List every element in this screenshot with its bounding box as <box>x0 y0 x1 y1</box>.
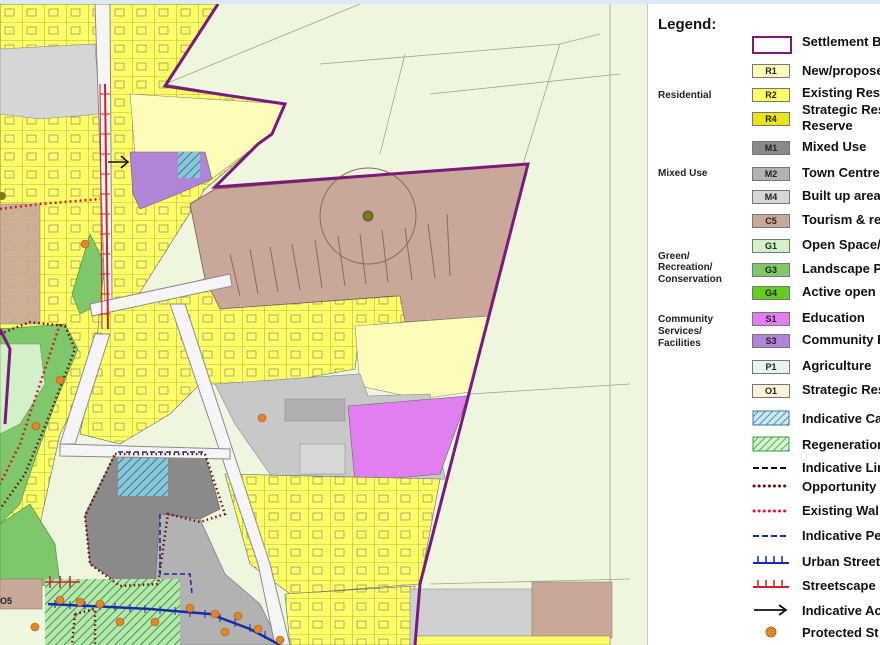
protected-structure[interactable] <box>55 595 65 605</box>
legend-label-r1: New/propose <box>802 63 880 78</box>
swatch-p1: P1 <box>752 360 790 374</box>
legend-label-urban-street: Urban Street <box>802 554 880 569</box>
swatch-r4: R4 <box>752 112 790 126</box>
legend-label-r4-line2: Reserve <box>802 118 853 133</box>
residential-bottom-strip <box>414 635 611 645</box>
tourism-se-zone <box>531 581 613 639</box>
dotted-line-red-icon <box>752 509 790 513</box>
protected-structure-marker[interactable] <box>362 210 374 222</box>
residential-se-strip <box>284 585 416 645</box>
swatch-m4: M4 <box>752 190 790 204</box>
protected-structure[interactable] <box>30 622 40 632</box>
legend-label-settlement: Settlement B <box>802 34 880 49</box>
swatch-g3: G3 <box>752 263 790 277</box>
legend-group-community-3: Facilities <box>658 338 701 349</box>
protected-structure[interactable] <box>75 597 85 607</box>
legend-label-indicative-line: Indicative Lin <box>802 460 880 475</box>
legend-label-streetscape: Streetscape I <box>802 578 880 593</box>
protected-structure[interactable] <box>150 617 160 627</box>
protected-structure-icon <box>765 626 777 638</box>
swatch-m1: M1 <box>752 141 790 155</box>
streetscape-line-icon <box>753 580 789 588</box>
legend-group-community-2: Services/ <box>658 326 702 337</box>
legend-label-g3: Landscape P <box>802 261 880 276</box>
legend-label-access: Indicative Ac <box>802 603 880 618</box>
swatch-s1: S1 <box>752 312 790 326</box>
tourism-west-zone <box>0 203 41 325</box>
legend-label-r2: Existing Res <box>802 85 880 100</box>
swatch-c5: C5 <box>752 214 790 228</box>
protected-structure[interactable] <box>185 603 195 613</box>
swatch-g4: G4 <box>752 286 790 300</box>
legend-group-mixed-use: Mixed Use <box>658 168 708 179</box>
dashed-line-blue-icon <box>753 535 789 537</box>
legend-label-cross-hatch: Indicative Ca <box>802 411 880 426</box>
building-block <box>299 443 346 475</box>
swatch-o1: O1 <box>752 384 790 398</box>
protected-structure[interactable] <box>220 627 230 637</box>
legend-label-m1: Mixed Use <box>802 139 867 154</box>
swatch-s3: S3 <box>752 334 790 348</box>
built-up-area-nw <box>0 43 101 120</box>
legend-label-existing-wall: Existing Wal <box>802 503 879 518</box>
tourism-c5-zone <box>189 163 529 323</box>
cross-hatch-swatch <box>752 410 790 426</box>
legend-label-p1: Agriculture <box>802 358 872 373</box>
cross-hatch-block <box>118 454 168 496</box>
dashed-line-black-icon <box>753 467 789 469</box>
swatch-r2: R2 <box>752 88 790 102</box>
legend-title: Legend: <box>658 16 717 33</box>
protected-structure[interactable] <box>275 635 285 645</box>
protected-structure[interactable] <box>31 421 41 431</box>
settlement-boundary-swatch <box>752 36 792 54</box>
protected-structure[interactable] <box>115 617 125 627</box>
legend-group-community-1: Community <box>658 314 713 325</box>
urban-street-line-icon <box>753 556 789 564</box>
zoning-map[interactable]: O5 <box>0 4 647 645</box>
protected-structure[interactable] <box>95 599 105 609</box>
legend-label-regeneration: Regeneration <box>802 437 880 452</box>
protected-structure[interactable] <box>233 611 243 621</box>
legend-label-o1: Strategic Res <box>802 382 880 397</box>
protected-structure[interactable] <box>80 239 90 249</box>
legend-label-s3: Community F <box>802 332 880 347</box>
dotted-line-brown-icon <box>752 484 790 488</box>
zone-label-o5: O5 <box>0 596 12 606</box>
protected-structure[interactable] <box>55 375 65 385</box>
legend-group-green-3: Conservation <box>658 274 722 285</box>
map-legend: Legend: Settlement B Residential R1 New/… <box>647 4 880 645</box>
legend-label-g1: Open Space/ <box>802 237 880 252</box>
legend-label-s1: Education <box>802 310 865 325</box>
swatch-r1: R1 <box>752 64 790 78</box>
legend-label-protected: Protected St <box>802 625 879 640</box>
legend-label-opportunity: Opportunity <box>802 479 877 494</box>
arrow-right-icon <box>754 604 788 616</box>
protected-structure[interactable] <box>253 624 263 634</box>
swatch-m2: M2 <box>752 167 790 181</box>
legend-label-pedestrian: Indicative Pe <box>802 528 880 543</box>
legend-label-g4: Active open <box>802 284 876 299</box>
swatch-g1: G1 <box>752 239 790 253</box>
legend-label-m4: Built up area <box>802 188 880 203</box>
legend-label-m2: Town Centre <box>802 165 880 180</box>
protected-structure[interactable] <box>257 413 267 423</box>
legend-group-green-1: Green/ <box>658 251 690 262</box>
legend-label-c5: Tourism & re <box>802 212 880 227</box>
building-block <box>284 398 346 422</box>
legend-label-r4-line1: Strategic Res <box>802 102 880 117</box>
legend-group-residential: Residential <box>658 90 712 101</box>
regeneration-swatch <box>752 436 790 452</box>
legend-group-green-2: Recreation/ <box>658 262 713 273</box>
protected-structure[interactable] <box>210 609 220 619</box>
cross-hatch-small <box>178 152 200 178</box>
